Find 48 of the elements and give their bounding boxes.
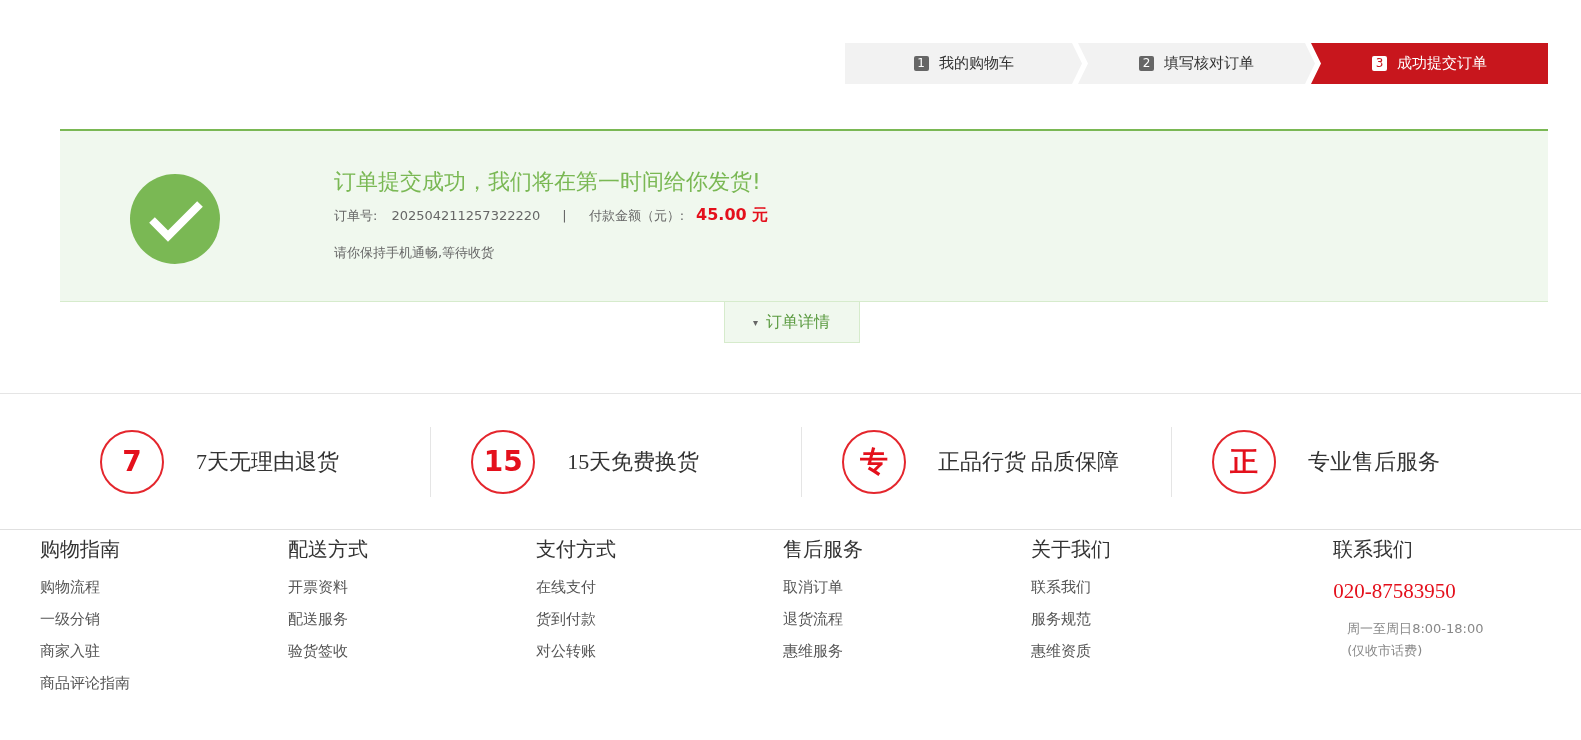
step-number: 1 xyxy=(913,56,929,71)
step-label: 成功提交订单 xyxy=(1397,54,1487,73)
phone-number: 020-87583950 xyxy=(1333,579,1456,604)
footer-link[interactable]: 联系我们 xyxy=(1031,571,1092,603)
footer-link[interactable]: 取消订单 xyxy=(783,571,844,603)
separator: | xyxy=(562,208,567,223)
footer-link[interactable]: 验货签收 xyxy=(287,635,348,667)
footer-link[interactable]: 在线支付 xyxy=(535,571,596,603)
footer-heading: 配送方式 xyxy=(287,537,368,562)
guarantee-badge: 7 xyxy=(100,429,164,494)
footer-heading: 联系我们 xyxy=(1333,537,1414,562)
footer-link[interactable]: 惠维资质 xyxy=(1031,635,1092,667)
guarantee-text: 正品行货 品质保障 xyxy=(937,447,1119,476)
footer-link[interactable]: 退货流程 xyxy=(783,603,844,635)
step-label: 我的购物车 xyxy=(938,54,1014,73)
amount-value: 45.00 元 xyxy=(696,205,769,226)
guarantee-text: 7天无理由退货 xyxy=(196,447,339,476)
footer-link[interactable]: 惠维服务 xyxy=(783,635,844,667)
footer-link[interactable]: 一级分销 xyxy=(40,603,100,635)
step-label: 填写核对订单 xyxy=(1164,54,1254,73)
success-title: 订单提交成功，我们将在第一时间给你发货! xyxy=(334,168,762,196)
footer-link[interactable]: 配送服务 xyxy=(287,603,348,635)
guarantee-text: 15天免费换货 xyxy=(567,447,700,476)
guarantee-badge: 专 xyxy=(841,429,906,494)
footer-heading: 关于我们 xyxy=(1031,537,1112,562)
guarantee-badge: 15 xyxy=(471,429,536,494)
step-number: 2 xyxy=(1139,56,1154,71)
footer-link[interactable]: 货到付款 xyxy=(535,603,596,635)
footer-link[interactable]: 商家入驻 xyxy=(40,635,100,667)
order-number: 202504211257322220 xyxy=(391,208,541,223)
footer-heading: 购物指南 xyxy=(40,537,120,562)
checkmark-icon xyxy=(130,174,220,264)
order-details-toggle[interactable]: ▾ 订单详情 xyxy=(723,302,860,343)
guarantee-badge: 正 xyxy=(1211,429,1276,494)
footer-link[interactable]: 对公转账 xyxy=(535,635,596,667)
footer-link[interactable]: 商品评论指南 xyxy=(40,667,130,699)
footer-heading: 售后服务 xyxy=(783,537,864,562)
footer-heading: 支付方式 xyxy=(535,537,616,562)
step-number: 3 xyxy=(1372,56,1387,71)
guarantee-text: 专业售后服务 xyxy=(1307,447,1440,476)
order-number-label: 订单号: xyxy=(334,207,378,225)
footer-link[interactable]: 购物流程 xyxy=(40,571,100,603)
amount-label: 付款金额（元）: xyxy=(588,207,685,225)
service-hours: 周一至周日8:00-18:00 xyxy=(1347,620,1484,638)
footer-link[interactable]: 开票资料 xyxy=(287,571,348,603)
footer-link[interactable]: 服务规范 xyxy=(1031,603,1092,635)
delivery-note: 请你保持手机通畅,等待收货 xyxy=(334,244,496,262)
fee-note: (仅收市话费) xyxy=(1347,642,1423,660)
